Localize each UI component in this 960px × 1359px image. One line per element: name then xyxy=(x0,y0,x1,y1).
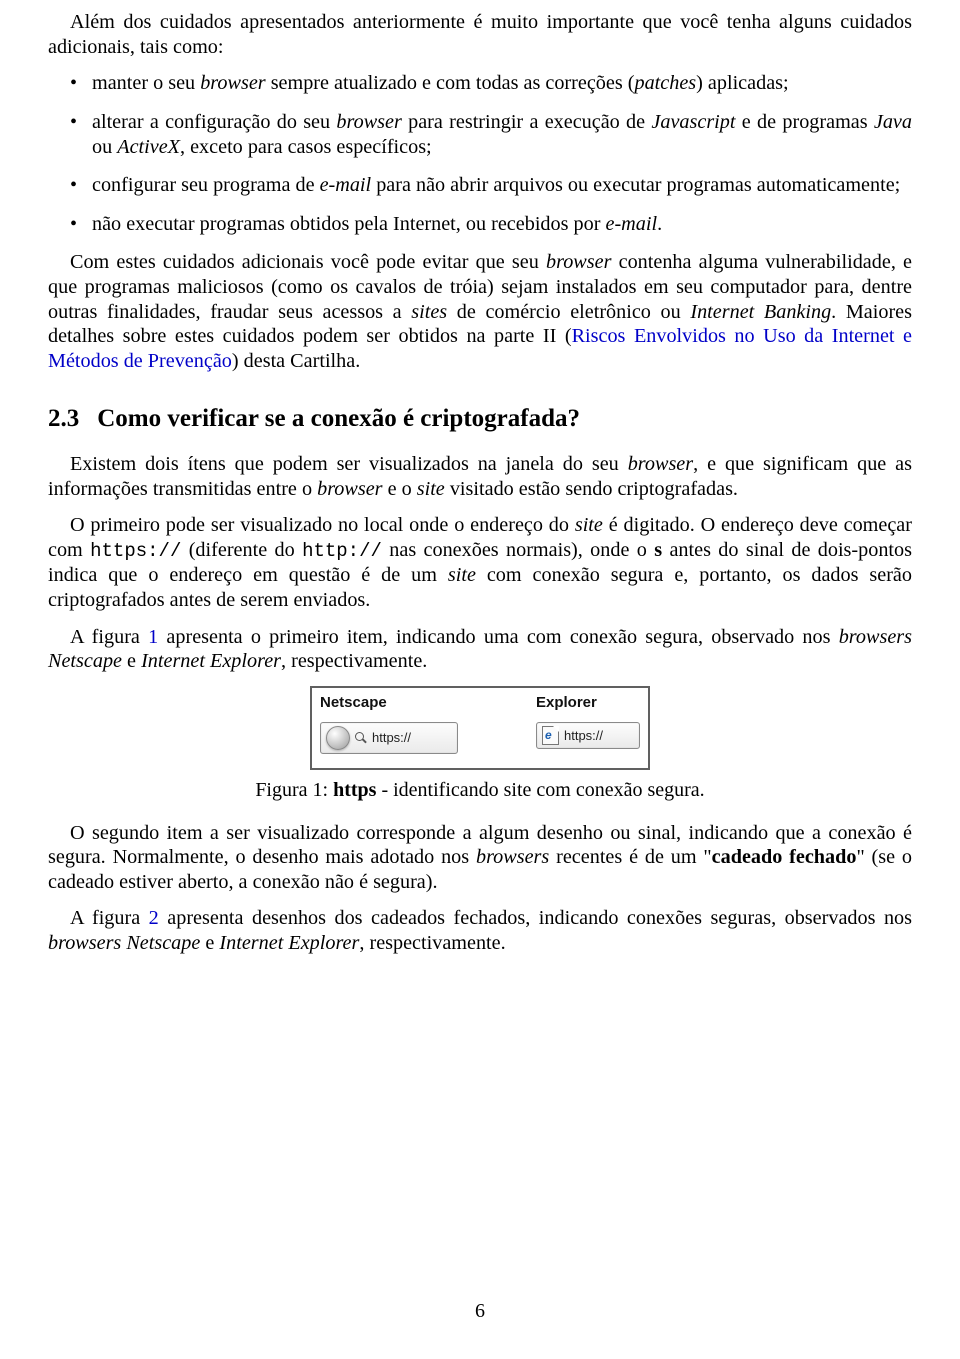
text: ) aplicadas; xyxy=(696,72,788,94)
text: ou xyxy=(92,136,117,158)
italic-text: browsers xyxy=(476,846,549,868)
italic-text: Java xyxy=(874,111,912,133)
text: apresenta desenhos dos cadeados fechados… xyxy=(159,907,912,929)
text: (diferente do xyxy=(181,539,302,561)
italic-text: ActiveX xyxy=(117,136,180,158)
italic-text: Internet Explorer xyxy=(141,650,281,672)
back-button-icon xyxy=(326,726,350,750)
paragraph: O segundo item a ser visualizado corresp… xyxy=(48,821,912,895)
italic-text: browser xyxy=(546,251,611,273)
list-item: não executar programas obtidos pela Inte… xyxy=(92,212,912,237)
paragraph: O primeiro pode ser visualizado no local… xyxy=(48,513,912,612)
text: Além dos cuidados apresentados anteriorm… xyxy=(48,11,912,58)
text: - identificando site com conexão segura. xyxy=(376,779,704,801)
text: recentes é de um " xyxy=(549,846,711,868)
paragraph: Existem dois ítens que podem ser visuali… xyxy=(48,452,912,501)
url-text: https:// xyxy=(564,728,603,744)
figure-row: Netscape https:// Explorer https:// xyxy=(320,694,640,754)
text: visitado estão sendo criptografadas. xyxy=(445,478,738,500)
page-number: 6 xyxy=(0,1299,960,1323)
italic-text: site xyxy=(417,478,445,500)
italic-text: e-mail xyxy=(605,213,657,235)
netscape-label: Netscape xyxy=(320,694,458,712)
figure-1-link[interactable]: 1 xyxy=(148,626,158,648)
italic-text: Javascript xyxy=(651,111,735,133)
text: A figura xyxy=(70,626,148,648)
list-item: configurar seu programa de e-mail para n… xyxy=(92,173,912,198)
document-page: Além dos cuidados apresentados anteriorm… xyxy=(0,0,960,1359)
netscape-column: Netscape https:// xyxy=(320,694,458,754)
section-number: 2.3 xyxy=(48,405,79,432)
italic-text: browser xyxy=(317,478,382,500)
search-icon xyxy=(355,732,367,744)
ie-page-icon xyxy=(542,726,559,745)
text: e o xyxy=(383,478,417,500)
text: de comércio eletrônico ou xyxy=(447,301,690,323)
list-item: alterar a configuração do seu browser pa… xyxy=(92,110,912,159)
explorer-label: Explorer xyxy=(536,694,640,712)
text: sempre atualizado e com todas as correçõ… xyxy=(266,72,635,94)
text: e de programas xyxy=(736,111,874,133)
figure-frame: Netscape https:// Explorer https:// xyxy=(310,686,650,770)
bold-text: https xyxy=(333,779,376,801)
text: apresenta o primeiro item, indicando uma… xyxy=(158,626,839,648)
text: . xyxy=(657,213,662,235)
list-item: manter o seu browser sempre atualizado e… xyxy=(92,71,912,96)
italic-text: browser xyxy=(336,111,401,133)
paragraph: A figura 2 apresenta desenhos dos cadead… xyxy=(48,906,912,955)
text: não executar programas obtidos pela Inte… xyxy=(92,213,605,235)
italic-text: e-mail xyxy=(320,174,372,196)
text: para não abrir arquivos ou executar prog… xyxy=(371,174,900,196)
italic-text: Internet Explorer xyxy=(219,932,359,954)
text: , respectivamente. xyxy=(281,650,427,672)
text: A figura xyxy=(70,907,149,929)
care-list: manter o seu browser sempre atualizado e… xyxy=(48,71,912,236)
section-title: Como verificar se a conexão é criptograf… xyxy=(97,405,580,432)
text: para restringir a execução de xyxy=(402,111,652,133)
figure-caption: Figura 1: https - identificando site com… xyxy=(48,778,912,802)
text: manter o seu xyxy=(92,72,200,94)
text: nas conexões normais), onde o xyxy=(382,539,654,561)
italic-text: site xyxy=(575,514,603,536)
italic-text: sites xyxy=(411,301,447,323)
italic-text: browsers Netscape xyxy=(48,932,200,954)
text: , exceto para casos específicos; xyxy=(180,136,432,158)
italic-text: browser xyxy=(200,72,265,94)
italic-text: patches xyxy=(634,72,696,94)
intro-paragraph: Além dos cuidados apresentados anteriorm… xyxy=(48,10,912,59)
text: O primeiro pode ser visualizado no local… xyxy=(70,514,575,536)
explorer-addressbar: https:// xyxy=(536,722,640,749)
url-text: https:// xyxy=(372,730,411,746)
text: Existem dois ítens que podem ser visuali… xyxy=(70,453,628,475)
code-text: https:// xyxy=(90,540,181,562)
bold-text: cadeado fechado xyxy=(712,846,857,868)
text: configurar seu programa de xyxy=(92,174,320,196)
text: Com estes cuidados adicionais você pode … xyxy=(70,251,546,273)
text: e xyxy=(200,932,219,954)
text: alterar a configuração do seu xyxy=(92,111,336,133)
paragraph: A figura 1 apresenta o primeiro item, in… xyxy=(48,625,912,674)
section-heading: 2.3 Como verificar se a conexão é criptog… xyxy=(48,404,912,435)
text: Figura 1: xyxy=(255,779,333,801)
netscape-addressbar: https:// xyxy=(320,722,458,754)
italic-text: site xyxy=(448,564,476,586)
italic-text: Internet Banking xyxy=(690,301,831,323)
text: , respectivamente. xyxy=(359,932,505,954)
code-text: http:// xyxy=(302,540,382,562)
text: ) desta Cartilha. xyxy=(232,350,360,372)
figure-1: Netscape https:// Explorer https:// xyxy=(310,686,650,770)
figure-2-link[interactable]: 2 xyxy=(149,907,159,929)
bold-text: s xyxy=(654,539,662,561)
explorer-column: Explorer https:// xyxy=(536,694,640,749)
paragraph: Com estes cuidados adicionais você pode … xyxy=(48,250,912,373)
text: e xyxy=(122,650,141,672)
italic-text: browser xyxy=(628,453,693,475)
